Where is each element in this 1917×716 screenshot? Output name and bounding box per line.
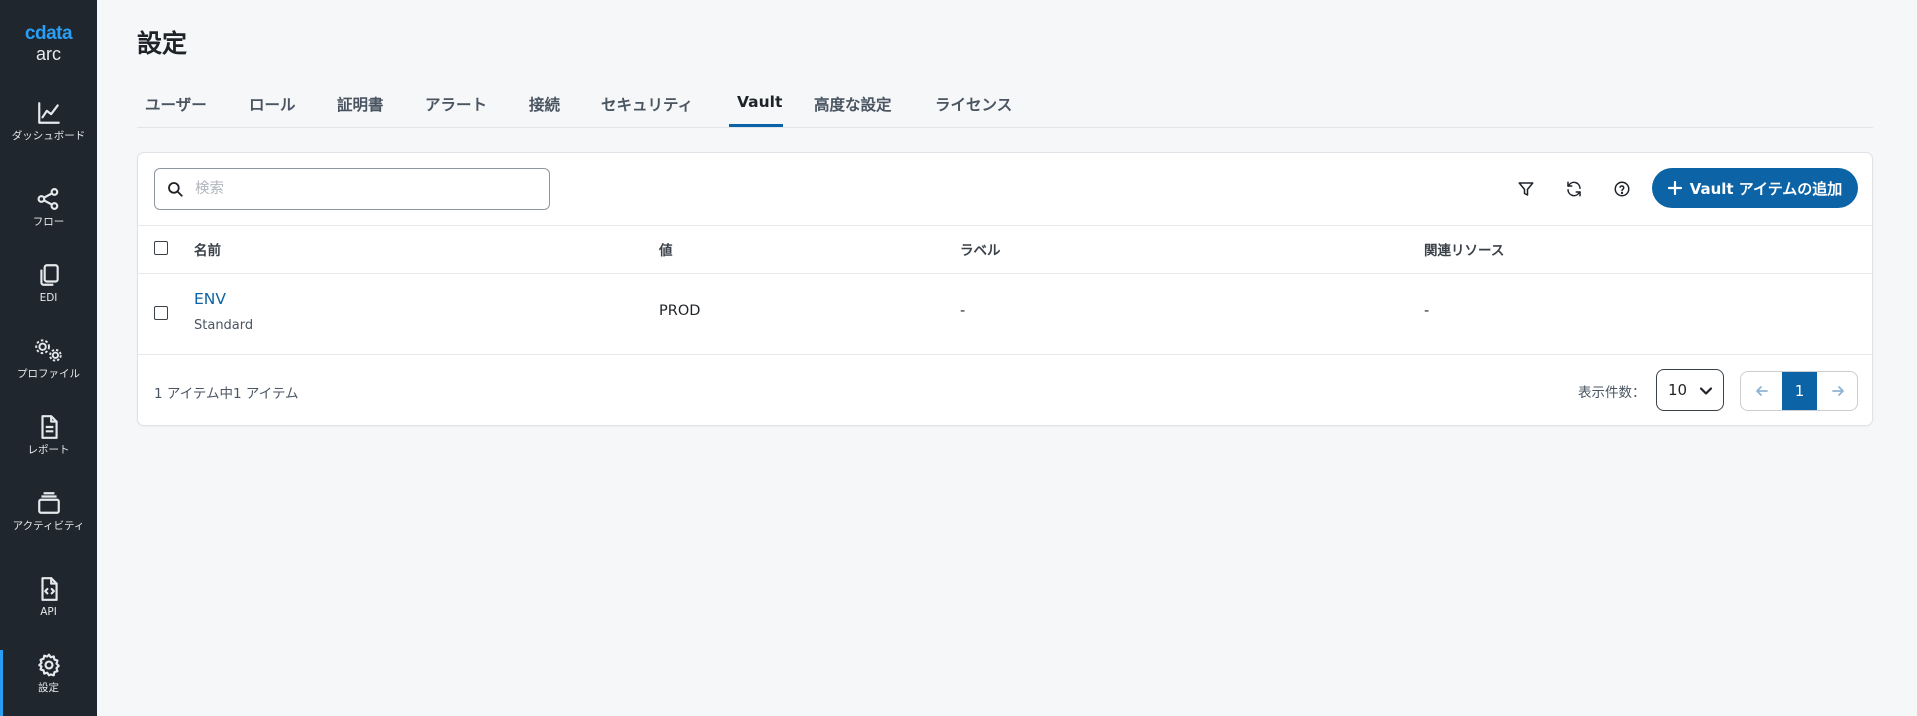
search-icon [168, 182, 183, 197]
tab-users[interactable]: ユーザー [145, 93, 207, 115]
per-page-label: 表示件数： [1578, 385, 1646, 401]
next-page-button[interactable] [1817, 372, 1857, 410]
logo-brand: cdata [24, 23, 73, 44]
sidebar-item-dashboard[interactable]: ダッシュボード [0, 100, 97, 172]
search-input[interactable] [195, 178, 535, 200]
vault-panel: Vault アイテムの追加 名前 値 ラベル 関連リソース ENV Standa… [137, 152, 1873, 426]
page-number-button[interactable]: 1 [1782, 372, 1817, 410]
arrow-right-icon [1831, 386, 1844, 396]
gears-icon [34, 339, 62, 362]
search-box[interactable] [154, 168, 550, 210]
report-document-icon [40, 415, 58, 439]
column-header-label[interactable]: ラベル [960, 239, 1001, 259]
page-title: 設定 [137, 29, 188, 58]
tab-vault[interactable]: Vault [737, 93, 782, 111]
column-header-name[interactable]: 名前 [194, 239, 221, 259]
vault-item-name-link[interactable]: ENV [194, 290, 226, 308]
item-count: 1 アイテム中1 アイテム [154, 386, 299, 402]
tab-roles[interactable]: ロール [249, 93, 296, 115]
sidebar-item-label: API [40, 606, 57, 618]
divider [138, 225, 1872, 226]
sidebar-item-report[interactable]: レポート [0, 414, 97, 486]
arrow-left-icon [1755, 386, 1768, 396]
sidebar-item-label: レポート [27, 444, 70, 456]
sidebar-item-label: 設定 [38, 682, 59, 694]
tab-alerts[interactable]: アラート [425, 93, 487, 115]
tab-connections[interactable]: 接続 [529, 93, 560, 115]
tab-advanced[interactable]: 高度な設定 [814, 93, 892, 115]
layers-icon [37, 492, 60, 514]
per-page-value: 10 [1668, 381, 1688, 399]
tab-certificates[interactable]: 証明書 [337, 93, 384, 115]
tab-security[interactable]: セキュリティ [601, 93, 693, 115]
divider [138, 273, 1872, 274]
pagination: 1 [1740, 371, 1858, 411]
refresh-button[interactable] [1560, 175, 1588, 203]
vault-item-related-resources: - [1424, 303, 1430, 319]
tab-license[interactable]: ライセンス [935, 93, 1012, 115]
code-file-icon [40, 577, 58, 601]
row-checkbox[interactable] [154, 306, 168, 320]
select-all-checkbox[interactable] [154, 241, 168, 255]
app-logo[interactable]: cdata arc [0, 23, 97, 65]
sidebar-item-label: プロファイル [17, 368, 80, 380]
column-header-related-resources[interactable]: 関連リソース [1424, 239, 1504, 259]
vault-item-type: Standard [194, 318, 254, 333]
sidebar: cdata arc ダッシュボード フロー EDI プロファイル レポート アク… [0, 0, 97, 716]
documents-icon [39, 264, 59, 286]
logo-product: arc [35, 44, 61, 64]
sidebar-item-label: ダッシュボード [11, 130, 86, 142]
refresh-icon [1567, 181, 1581, 197]
plus-icon [1667, 181, 1682, 195]
sidebar-item-label: フロー [32, 216, 65, 228]
column-header-value[interactable]: 値 [659, 239, 673, 259]
sidebar-item-api[interactable]: API [0, 576, 97, 648]
chevron-down-icon [1699, 387, 1713, 395]
help-icon [1614, 181, 1630, 197]
gear-icon [37, 653, 60, 677]
divider [138, 354, 1872, 355]
add-button-label: Vault アイテムの追加 [1689, 179, 1843, 198]
sidebar-item-edi[interactable]: EDI [0, 262, 97, 334]
sidebar-item-label: EDI [39, 292, 58, 304]
sidebar-item-label: アクティビティ [12, 520, 85, 532]
sidebar-item-flow[interactable]: フロー [0, 186, 97, 258]
vault-item-value: PROD [659, 303, 701, 319]
vault-item-label: - [960, 303, 966, 319]
settings-tabs: ユーザー ロール 証明書 アラート 接続 セキュリティ Vault 高度な設定 … [137, 88, 1873, 128]
per-page-select[interactable]: 10 [1656, 369, 1724, 411]
sidebar-item-activity[interactable]: アクティビティ [0, 490, 97, 562]
filter-icon [1518, 182, 1534, 196]
sidebar-item-profile[interactable]: プロファイル [0, 338, 97, 410]
help-button[interactable] [1608, 175, 1636, 203]
chart-line-icon [37, 102, 60, 124]
add-vault-item-button[interactable]: Vault アイテムの追加 [1652, 168, 1858, 208]
sidebar-item-settings[interactable]: 設定 [0, 650, 97, 716]
active-tab-indicator [729, 124, 783, 127]
flow-share-icon [37, 188, 58, 210]
previous-page-button[interactable] [1741, 372, 1782, 410]
filter-button[interactable] [1512, 175, 1540, 203]
